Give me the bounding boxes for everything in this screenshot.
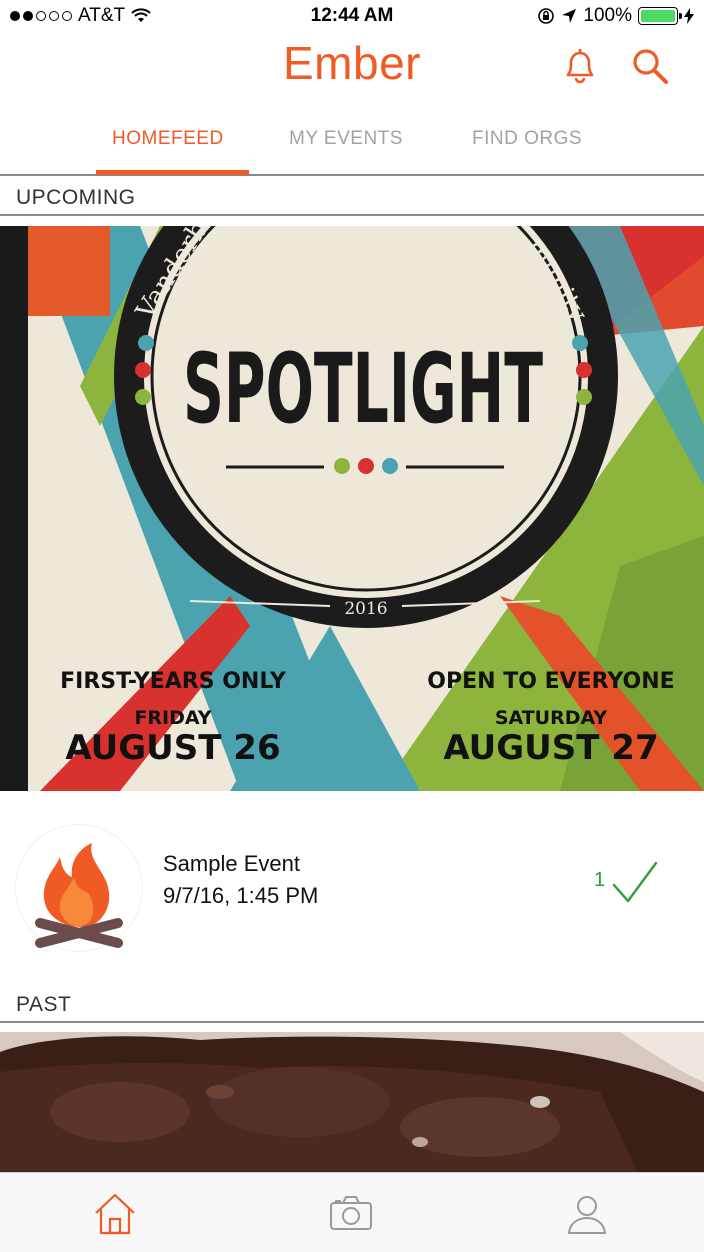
poster-right-day: SATURDAY [495,707,608,729]
profile-icon[interactable] [564,1191,610,1237]
charging-icon [684,8,694,24]
top-tab-bar: HOMEFEED MY EVENTS FIND ORGS [0,118,704,176]
poster-year: 2016 [344,599,387,619]
tab-find-orgs[interactable]: FIND ORGS [472,128,582,150]
checkmark-icon[interactable] [610,857,660,907]
poster-right-date: AUGUST 27 [443,728,658,768]
event-list-item[interactable]: Sample Event 9/7/16, 1:45 PM 1 [0,805,704,965]
event-datetime: 9/7/16, 1:45 PM [163,883,319,908]
status-right: 100% [537,5,694,27]
battery-percent: 100% [583,5,632,26]
camera-icon[interactable] [328,1191,374,1237]
status-bar: AT&T 12:44 AM 100% [0,0,704,34]
battery-fill [641,10,675,22]
battery-icon [638,7,682,25]
poster-right-audience: OPEN TO EVERYONE [427,669,674,694]
search-icon[interactable] [628,44,672,88]
upcoming-label: UPCOMING [16,186,136,209]
poster-left-audience: FIRST-YEARS ONLY [60,669,287,694]
event-name: Sample Event [163,851,300,876]
poster-left-day: FRIDAY [134,707,211,729]
active-tab-indicator [96,170,249,175]
bottom-tab-bar [0,1172,704,1252]
poster-title: SPOTLIGHT [183,333,543,445]
location-icon [562,9,577,23]
tab-homefeed[interactable]: HOMEFEED [112,128,224,150]
poster-graphic: Vanderb munity SPOTLIGHT 2016 FIRST-YEAR… [0,226,704,791]
past-label: PAST [16,993,72,1016]
upcoming-section-header: UPCOMING [0,178,704,216]
past-event-image[interactable] [0,1032,704,1177]
rotation-lock-icon [538,8,555,24]
event-poster-image[interactable]: Vanderb munity SPOTLIGHT 2016 FIRST-YEAR… [0,226,704,791]
home-icon[interactable] [92,1191,138,1237]
rsvp-count: 1 [594,869,606,891]
ember-logo-icon [16,825,142,951]
poster-left-date: AUGUST 26 [65,728,280,768]
past-section-header: PAST [0,985,704,1023]
tab-my-events[interactable]: MY EVENTS [289,128,403,150]
bell-icon[interactable] [558,44,602,88]
